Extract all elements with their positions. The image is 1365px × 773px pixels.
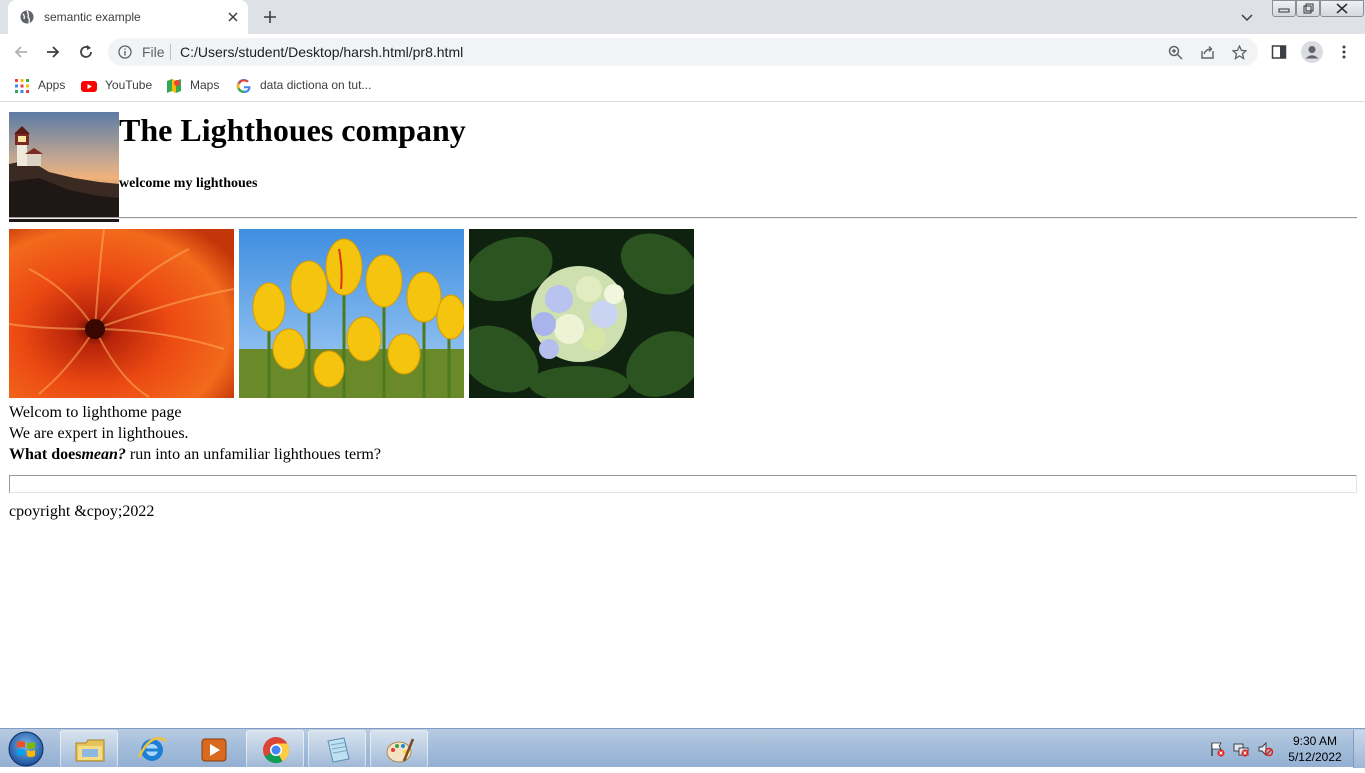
tab-strip: semantic example (0, 0, 1365, 34)
maps-icon (167, 79, 181, 93)
url-text[interactable]: C:/Users/student/Desktop/harsh.html/pr8.… (180, 44, 463, 60)
hydrangea-photo (469, 229, 694, 398)
clock-date: 5/12/2022 (1288, 750, 1342, 764)
bookmark-maps[interactable]: Maps (166, 76, 231, 96)
forward-arrow-icon[interactable] (44, 43, 62, 61)
side-panel-icon[interactable] (1271, 44, 1287, 60)
site-info-icon[interactable] (118, 45, 132, 59)
copyright-text: cpoyright &cpoy;2022 (9, 503, 155, 520)
action-center-flag-icon[interactable] (1209, 741, 1225, 757)
taskbar: 9:30 AM 5/12/2022 (0, 728, 1365, 768)
more-menu-icon[interactable] (1336, 44, 1352, 60)
bookmark-star-icon[interactable] (1232, 45, 1247, 60)
bookmarks-bar: Apps YouTube Maps data dictiona on tut..… (0, 70, 1365, 102)
hydrangea-image (469, 229, 694, 398)
question-bold: What does (9, 446, 82, 463)
close-window-button[interactable] (1320, 0, 1364, 17)
close-tab-icon[interactable] (226, 10, 240, 24)
bookmark-label: data dictiona on tut... (260, 78, 372, 92)
orange-chrysanthemum-photo (9, 229, 234, 398)
notepad-icon (327, 737, 350, 763)
yellow-tulips-photo (239, 229, 464, 398)
taskbar-internet-explorer[interactable] (122, 730, 180, 768)
tulips-image (239, 229, 464, 398)
taskbar-media-player[interactable] (184, 730, 242, 768)
start-button[interactable] (6, 730, 46, 768)
windows-start-icon (8, 731, 44, 767)
reload-icon[interactable] (77, 43, 95, 61)
page-title: The Lighthoues company (119, 112, 466, 148)
taskbar-notepad[interactable] (308, 730, 366, 768)
minimize-button[interactable] (1272, 0, 1296, 17)
close-window-icon (1336, 3, 1348, 14)
expert-text: We are expert in lighthoues. (9, 425, 189, 442)
network-icon[interactable] (1233, 741, 1249, 757)
address-separator (170, 44, 171, 60)
question-emphasis: mean? (81, 446, 126, 463)
page-viewport: The Lighthoues company welcome my lighth… (0, 103, 1365, 728)
header-divider (9, 217, 1357, 219)
zoom-icon[interactable] (1168, 45, 1183, 60)
tab-search-chevron-icon[interactable] (1240, 10, 1254, 24)
question-text: What doesmean? run into an unfamiliar li… (9, 446, 381, 464)
clock-time: 9:30 AM (1292, 734, 1338, 748)
bookmark-apps[interactable]: Apps (14, 76, 74, 96)
bookmark-data-dictionary[interactable]: data dictiona on tut... (236, 76, 386, 96)
address-bar[interactable]: File C:/Users/student/Desktop/harsh.html… (108, 38, 1258, 66)
apps-grid-icon (15, 79, 29, 93)
bookmark-label: Apps (38, 78, 66, 92)
taskbar-chrome[interactable] (246, 730, 304, 768)
internet-explorer-icon (137, 737, 167, 761)
question-rest: run into an unfamiliar lighthoues term? (125, 446, 381, 463)
lighthouse-photo (9, 112, 119, 222)
file-explorer-icon (75, 739, 105, 762)
welcome-text: Welcom to lighthome page (9, 404, 182, 421)
lighthouse-image (9, 112, 119, 222)
youtube-icon (81, 81, 97, 92)
browser-toolbar: File C:/Users/student/Desktop/harsh.html… (0, 34, 1365, 70)
taskbar-file-explorer[interactable] (60, 730, 118, 768)
tab-semantic-example[interactable]: semantic example (8, 0, 248, 34)
restore-button[interactable] (1296, 0, 1320, 17)
bookmark-label: Maps (190, 78, 220, 92)
profile-avatar-icon[interactable] (1301, 41, 1323, 63)
tab-title: semantic example (44, 10, 141, 24)
window-controls (1268, 0, 1365, 18)
chrome-icon (263, 737, 290, 764)
bookmark-label: YouTube (105, 78, 153, 92)
volume-muted-icon[interactable] (1257, 741, 1273, 757)
chrysanthemum-image (9, 229, 234, 398)
paint-icon (386, 738, 415, 763)
footer-divider (9, 475, 1357, 493)
new-tab-plus-icon[interactable] (262, 9, 278, 25)
back-arrow-icon[interactable] (12, 43, 30, 61)
minimize-icon (1278, 8, 1290, 13)
globe-icon (20, 10, 34, 24)
system-clock[interactable]: 9:30 AM 5/12/2022 (1280, 733, 1350, 765)
page-subtitle: welcome my lighthoues (119, 176, 258, 191)
restore-icon (1303, 3, 1314, 14)
bookmark-youtube[interactable]: YouTube (81, 76, 161, 96)
show-desktop-button[interactable] (1353, 730, 1365, 768)
share-icon[interactable] (1200, 45, 1215, 60)
scheme-label: File (142, 44, 165, 60)
taskbar-paint[interactable] (370, 730, 428, 768)
media-player-icon (201, 738, 227, 762)
google-icon (236, 79, 251, 94)
